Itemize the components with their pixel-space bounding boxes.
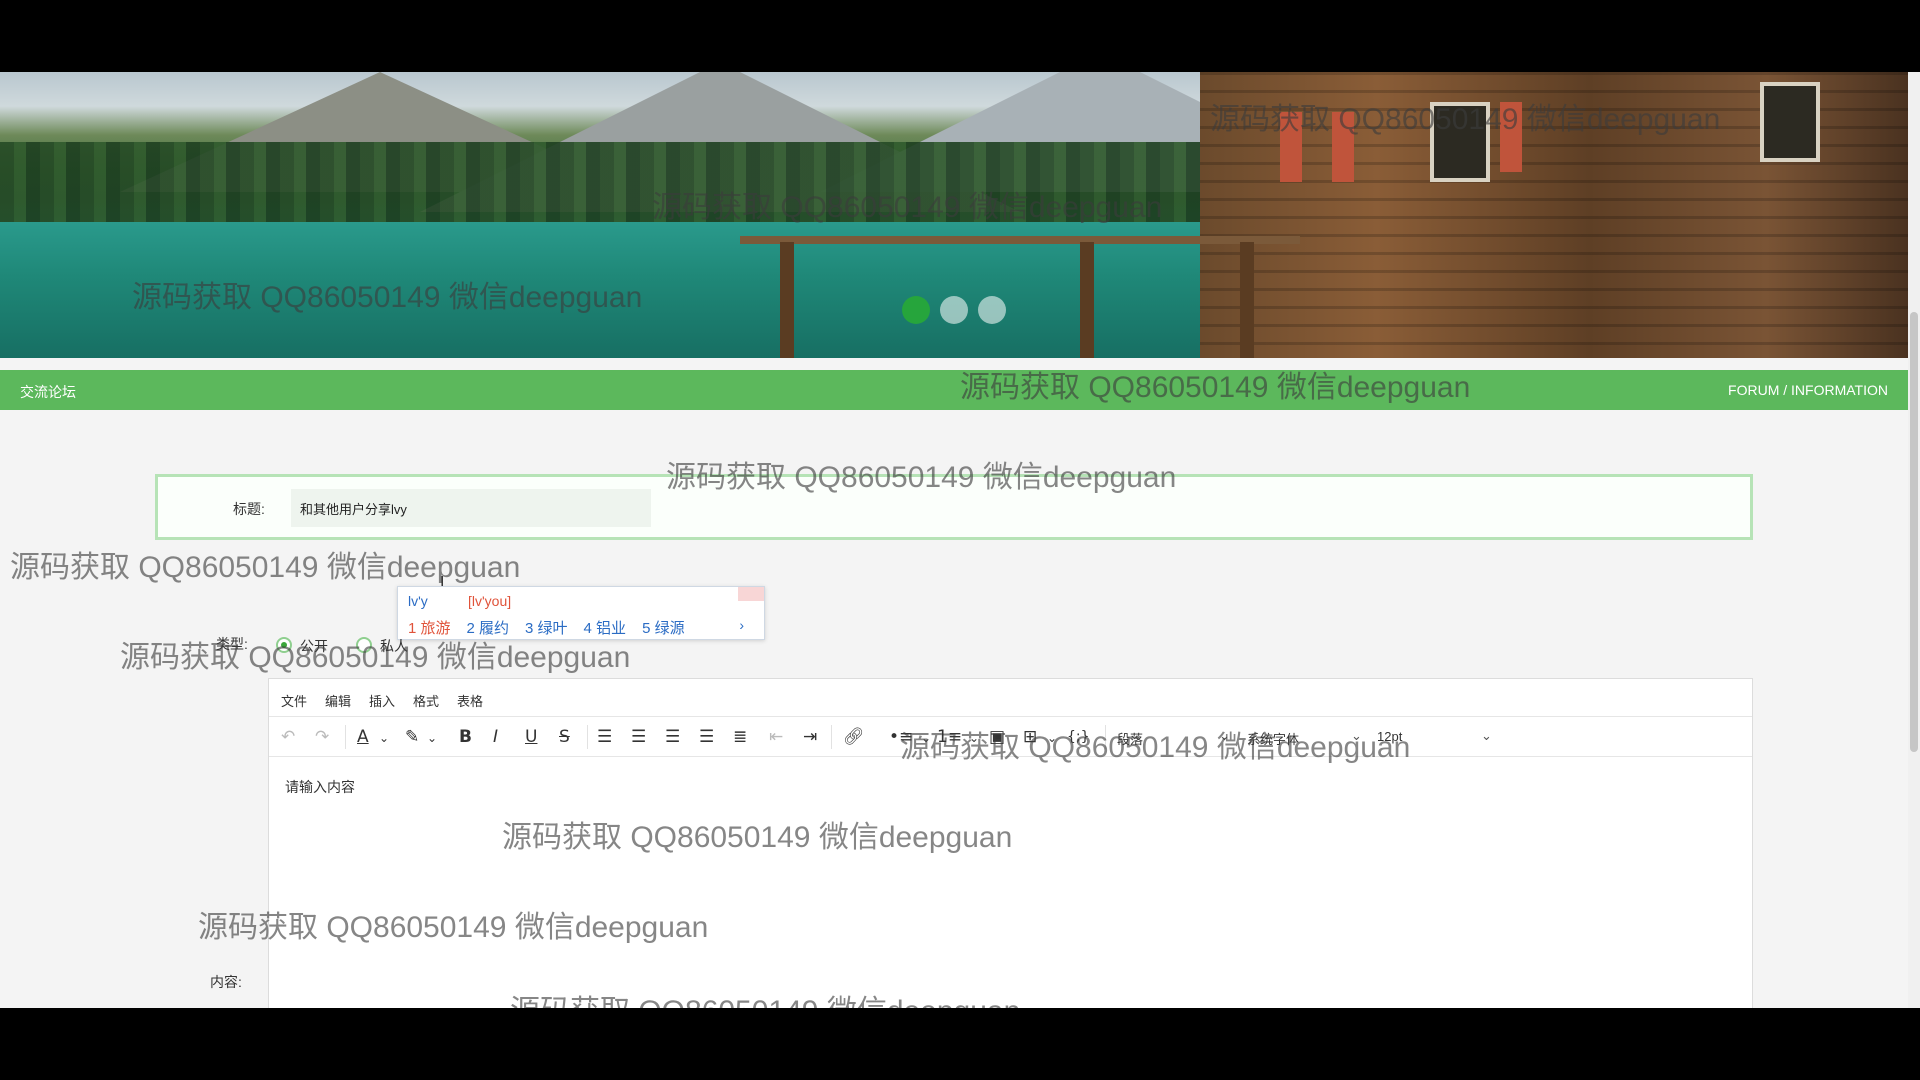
- align-right-icon[interactable]: ☰: [665, 727, 680, 747]
- cabin-window: [1760, 82, 1820, 162]
- type-option-private: 私人: [380, 638, 408, 654]
- forum-breadcrumb: FORUM / INFORMATION: [1728, 382, 1888, 398]
- ime-candidate[interactable]: 1 旅游: [408, 617, 451, 638]
- code-icon[interactable]: {;}: [1067, 729, 1090, 745]
- link-icon[interactable]: 🔗︎: [843, 727, 865, 747]
- menu-edit[interactable]: 编辑: [325, 691, 351, 710]
- numbered-list-icon[interactable]: 1≡: [937, 727, 962, 747]
- cabin-window: [1430, 102, 1490, 182]
- menu-file[interactable]: 文件: [281, 691, 307, 710]
- ime-pinyin-hint: [lv'you]: [468, 593, 512, 609]
- menu-format[interactable]: 格式: [413, 691, 439, 710]
- rich-text-editor: 文件 编辑 插入 格式 表格 ↶ ↷ A ⌄ ✎ ⌄ B I U S ☰ ☰ ☰…: [268, 678, 1753, 1008]
- font-family-dropdown-icon[interactable]: ⌄: [1351, 728, 1362, 744]
- ime-candidate-popup[interactable]: lv'y [lv'you] 1 旅游 2 履约 3 绿叶 4 铝业 5 绿源 ›: [397, 586, 765, 640]
- carousel-dot-3[interactable]: [978, 296, 1006, 324]
- bullet-list-icon[interactable]: •≡: [889, 727, 913, 747]
- indent-icon[interactable]: ⇥: [803, 727, 817, 747]
- table-icon[interactable]: ⊞: [1023, 727, 1037, 747]
- type-radio-public[interactable]: [276, 637, 292, 653]
- image-icon[interactable]: ▣: [989, 727, 1005, 747]
- editor-toolbar: ↶ ↷ A ⌄ ✎ ⌄ B I U S ☰ ☰ ☰ ☰ ≣ ⇤ ⇥ 🔗︎ •≡ …: [269, 717, 1752, 757]
- type-option-public: 公开: [300, 638, 328, 654]
- highlight-dropdown-icon[interactable]: ⌄: [427, 731, 437, 745]
- browser-viewport: 交流论坛 FORUM / INFORMATION 标题: 和其他用户分享lvy …: [0, 72, 1920, 1008]
- title-input-value: 和其他用户分享lvy: [300, 502, 407, 517]
- font-family-select[interactable]: 系统字体: [1247, 729, 1299, 748]
- editor-menubar: 文件 编辑 插入 格式 表格: [269, 679, 1752, 717]
- underline-icon[interactable]: U: [525, 727, 537, 747]
- bold-icon[interactable]: B: [459, 727, 472, 747]
- scrollbar-thumb[interactable]: [1910, 312, 1918, 752]
- type-label: 类型:: [216, 636, 248, 652]
- strikethrough-icon[interactable]: S: [559, 727, 570, 747]
- undo-icon[interactable]: ↶: [281, 727, 295, 747]
- bullet-list-dropdown-icon[interactable]: ⌄: [921, 731, 931, 745]
- dock-post: [1080, 242, 1094, 358]
- content-label: 内容:: [210, 974, 242, 990]
- ime-candidates: 1 旅游 2 履约 3 绿叶 4 铝业 5 绿源: [408, 617, 685, 638]
- dock-rail: [740, 236, 1300, 244]
- align-center-icon[interactable]: ☰: [631, 727, 646, 747]
- dock-post: [780, 242, 794, 358]
- cabin-shutter: [1332, 112, 1354, 182]
- page-scrollbar[interactable]: [1908, 72, 1920, 1008]
- ime-candidate[interactable]: 5 绿源: [642, 617, 685, 638]
- type-radio-private[interactable]: [356, 637, 372, 653]
- paragraph-select[interactable]: 段落: [1117, 729, 1143, 748]
- ime-candidate[interactable]: 4 铝业: [584, 617, 627, 638]
- justify-icon[interactable]: ≣: [733, 727, 747, 747]
- carousel-dot-1[interactable]: [902, 296, 930, 324]
- forest-shape: [0, 142, 1300, 232]
- align-justify-icon[interactable]: ☰: [699, 727, 714, 747]
- carousel-dot-2[interactable]: [940, 296, 968, 324]
- font-size-dropdown-icon[interactable]: ⌄: [1481, 728, 1492, 744]
- text-color-dropdown-icon[interactable]: ⌄: [379, 731, 389, 745]
- cabin-shape: [1200, 72, 1908, 358]
- ime-candidate[interactable]: 3 绿叶: [525, 617, 568, 638]
- ime-logo-icon: [738, 587, 764, 601]
- carousel-indicators: [902, 296, 1006, 324]
- font-size-select[interactable]: 12pt: [1377, 729, 1402, 744]
- cabin-shutter: [1500, 102, 1522, 172]
- table-dropdown-icon[interactable]: ⌄: [1047, 731, 1057, 745]
- title-row: 标题: 和其他用户分享lvy: [155, 474, 1753, 540]
- title-label: 标题:: [233, 501, 265, 517]
- outdent-icon[interactable]: ⇤: [769, 727, 783, 747]
- numbered-list-dropdown-icon[interactable]: ⌄: [969, 731, 979, 745]
- align-left-icon[interactable]: ☰: [597, 727, 612, 747]
- cabin-shutter: [1280, 112, 1302, 182]
- forum-title: 交流论坛: [20, 384, 76, 400]
- ime-next-page-icon[interactable]: ›: [739, 617, 744, 633]
- redo-icon[interactable]: ↷: [315, 727, 329, 747]
- paragraph-dropdown-icon[interactable]: ⌄: [1219, 728, 1230, 744]
- carousel-banner[interactable]: [0, 72, 1908, 358]
- ime-candidate[interactable]: 2 履约: [467, 617, 510, 638]
- italic-icon[interactable]: I: [493, 727, 498, 747]
- menu-table[interactable]: 表格: [457, 691, 483, 710]
- ime-pinyin: lv'y: [408, 593, 428, 609]
- menu-insert[interactable]: 插入: [369, 691, 395, 710]
- dock-post: [1240, 242, 1254, 358]
- highlight-icon[interactable]: ✎: [405, 727, 419, 747]
- text-color-icon[interactable]: A: [357, 727, 369, 747]
- forum-header-bar: 交流论坛 FORUM / INFORMATION: [0, 370, 1908, 410]
- editor-placeholder[interactable]: 请输入内容: [285, 777, 355, 797]
